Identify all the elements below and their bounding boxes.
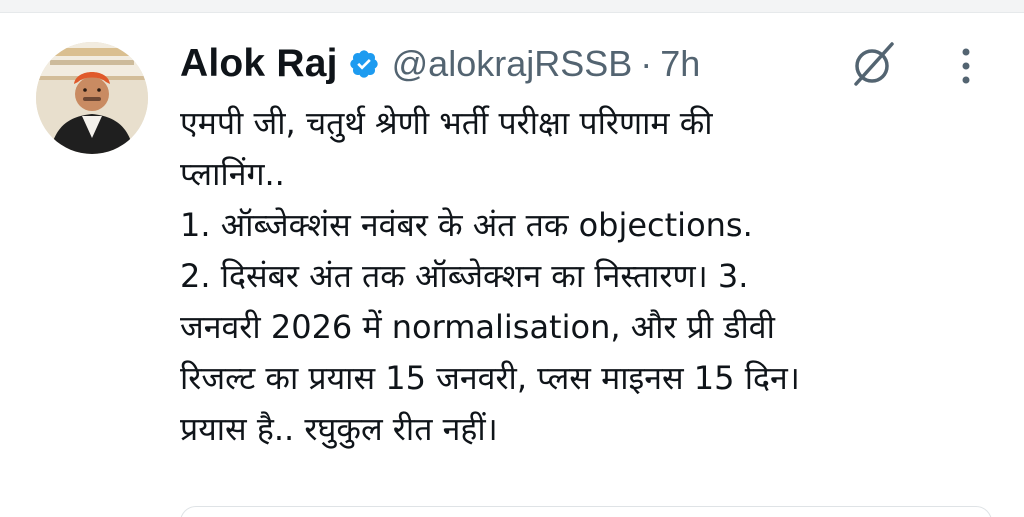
- header-separator: ·: [640, 43, 653, 84]
- author-display-name[interactable]: Alok Raj: [180, 42, 338, 86]
- avatar[interactable]: [36, 42, 148, 154]
- tweet[interactable]: Alok Raj @alokrajRSSB · 7h एमपी जी, चतुर…: [0, 0, 1024, 517]
- more-options-icon[interactable]: [952, 44, 980, 88]
- tweet-header: Alok Raj @alokrajRSSB · 7h: [180, 36, 700, 92]
- verified-badge-icon: [349, 50, 378, 78]
- author-handle[interactable]: @alokrajRSSB: [392, 43, 633, 85]
- tweet-text-line: एमपी जी, चतुर्थ श्रेणी भर्ती परीक्षा परि…: [180, 104, 713, 142]
- tweet-text-line: 1. ऑब्जेक्शंस नवंबर के अंत तक objections…: [180, 206, 753, 244]
- tweet-text-line: जनवरी 2026 में normalisation, और प्री डी…: [180, 308, 775, 346]
- tweet-text-line: रिजल्ट का प्रयास 15 जनवरी, प्लस माइनस 15…: [180, 359, 800, 397]
- tweet-text-line: प्लानिंग..: [180, 155, 285, 193]
- tweet-text: एमपी जी, चतुर्थ श्रेणी भर्ती परीक्षा परि…: [180, 98, 1000, 455]
- tweet-text-line: 2. दिसंबर अंत तक ऑब्जेक्शन का निस्तारण। …: [180, 257, 749, 295]
- tweet-text-line: प्रयास है.. रघुकुल रीत नहीं।: [180, 410, 498, 448]
- avatar-photo: [36, 42, 148, 154]
- grok-icon[interactable]: [848, 38, 900, 90]
- tweet-timestamp[interactable]: 7h: [660, 43, 700, 85]
- embedded-card-edge[interactable]: [180, 506, 992, 517]
